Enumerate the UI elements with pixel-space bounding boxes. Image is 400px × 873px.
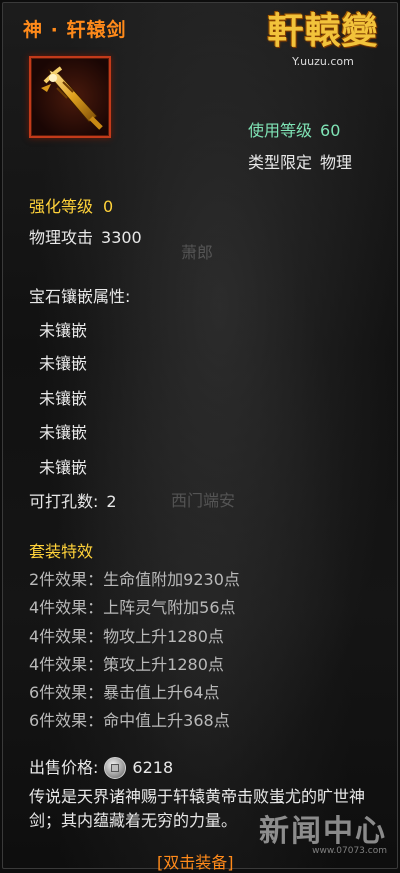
logo-title: 軒轅變 — [267, 10, 379, 52]
physical-attack-label: 物理攻击 — [29, 228, 94, 247]
punch-count-value: 2 — [106, 492, 117, 511]
set-effect-line: 4件效果：上阵灵气附加56点 — [29, 598, 236, 617]
set-effect-line: 6件效果：暴击值上升64点 — [29, 683, 220, 702]
sell-price-label: 出售价格: — [29, 758, 99, 777]
use-level-row: 使用等级 60 — [248, 117, 340, 141]
use-level-label: 使用等级 — [248, 121, 313, 140]
set-effect-line: 4件效果：策攻上升1280点 — [29, 655, 224, 674]
background-npc-label: 西门端安 — [171, 491, 236, 510]
gem-socket-header: 宝石镶嵌属性: — [29, 287, 131, 306]
sell-price-value: 6218 — [132, 758, 174, 777]
logo-url: Y.uuzu.com — [292, 55, 354, 68]
enhance-level-row: 强化等级 0 — [29, 193, 113, 217]
set-effect-line: 4件效果：物攻上升1280点 — [29, 627, 224, 646]
gem-socket: 未镶嵌 — [39, 321, 88, 340]
background-npc-label: 萧郎 — [181, 243, 214, 262]
gem-socket: 未镶嵌 — [39, 354, 88, 373]
double-click-equip-hint[interactable]: [双击装备] — [157, 849, 234, 873]
enhance-level-label: 强化等级 — [29, 197, 94, 216]
set-effects-header: 套装特效 — [29, 542, 94, 561]
gem-socket: 未镶嵌 — [39, 458, 88, 477]
punch-count-label: 可打孔数: — [29, 492, 99, 511]
punch-count-row: 可打孔数: 2 — [29, 488, 117, 512]
type-limit-label: 类型限定 — [248, 153, 313, 172]
gem-socket: 未镶嵌 — [39, 423, 88, 442]
set-effect-line: 2件效果：生命值附加9230点 — [29, 570, 240, 589]
use-level-value: 60 — [320, 121, 341, 140]
silver-coin-icon — [104, 756, 127, 779]
golden-sword-icon — [41, 66, 103, 130]
enhance-level-value: 0 — [103, 197, 114, 216]
set-effect-line: 6件效果：命中值上升368点 — [29, 711, 230, 730]
type-limit-value: 物理 — [320, 153, 353, 172]
type-limit-row: 类型限定 物理 — [248, 149, 352, 173]
site-watermark: 新闻中心 www.07073.com — [259, 806, 387, 856]
physical-attack-row: 物理攻击 3300 — [29, 224, 142, 248]
sell-price-row: 出售价格: 6218 — [29, 754, 173, 781]
item-tooltip: 萧郎 西门端安 神 · 轩辕剑 軒轅變 Y.uuzu.com 使用等级 60 类… — [2, 2, 398, 872]
watermark-title: 新闻中心 — [259, 814, 387, 849]
item-icon-slot[interactable] — [29, 56, 111, 138]
item-name: 神 · 轩辕剑 — [23, 19, 127, 41]
game-logo: 軒轅變 Y.uuzu.com — [263, 9, 383, 89]
gem-socket: 未镶嵌 — [39, 389, 88, 408]
physical-attack-value: 3300 — [101, 228, 142, 247]
